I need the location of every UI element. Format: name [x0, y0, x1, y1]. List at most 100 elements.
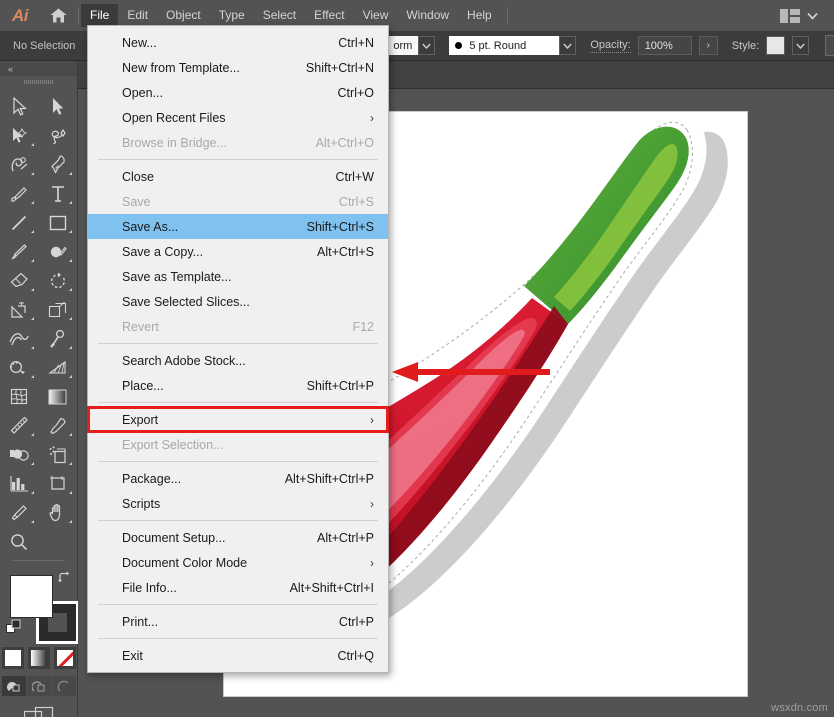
menu-item-shortcut: Ctrl+O [318, 86, 374, 100]
stroke-profile-select[interactable]: orm [387, 36, 418, 55]
menu-item-print[interactable]: Print... Ctrl+P [88, 609, 388, 634]
brush-definition-value: 5 pt. Round [469, 40, 526, 52]
pen-tool[interactable] [39, 150, 78, 179]
rectangle-tool[interactable] [39, 208, 78, 237]
gradient-swatch-button[interactable] [28, 647, 50, 669]
menu-item-exit[interactable]: Exit Ctrl+Q [88, 643, 388, 668]
menu-item-document-setup[interactable]: Document Setup... Alt+Ctrl+P [88, 525, 388, 550]
scale-tool[interactable] [0, 295, 39, 324]
menu-file[interactable]: File [81, 4, 118, 27]
home-icon[interactable] [40, 0, 76, 31]
menu-edit[interactable]: Edit [118, 4, 157, 27]
menu-separator [98, 638, 378, 639]
menu-item-package[interactable]: Package... Alt+Shift+Ctrl+P [88, 466, 388, 491]
puppet-warp-tool[interactable] [39, 324, 78, 353]
opacity-label[interactable]: Opacity: [590, 39, 630, 53]
submenu-arrow-icon: › [350, 413, 374, 427]
workspace-switcher[interactable] [780, 9, 828, 23]
line-segment-tool[interactable] [0, 208, 39, 237]
menu-effect[interactable]: Effect [305, 4, 353, 27]
slice-tool[interactable] [0, 498, 39, 527]
menu-window[interactable]: Window [397, 4, 458, 27]
menu-item-file-info[interactable]: File Info... Alt+Shift+Ctrl+I [88, 575, 388, 600]
style-dropdown-arrow[interactable] [792, 36, 809, 55]
menu-item-close[interactable]: Close Ctrl+W [88, 164, 388, 189]
menu-item-search-adobe-stock[interactable]: Search Adobe Stock... [88, 348, 388, 373]
menu-item-save-as-template[interactable]: Save as Template... [88, 264, 388, 289]
fill-swatch[interactable] [10, 575, 53, 618]
draw-inside-button[interactable] [52, 676, 76, 696]
paintbrush-tool[interactable] [0, 237, 39, 266]
menu-item-open-recent-files[interactable]: Open Recent Files › [88, 105, 388, 130]
menu-item-place[interactable]: Place... Shift+Ctrl+P [88, 373, 388, 398]
menu-item-save: Save Ctrl+S [88, 189, 388, 214]
menu-item-label: Search Adobe Stock... [122, 354, 246, 368]
blob-brush-tool[interactable] [0, 179, 39, 208]
hand-tool[interactable] [39, 498, 78, 527]
illustrator-window: Ai File Edit Object Type Select Effect V… [0, 0, 834, 717]
menu-item-new-from-template[interactable]: New from Template... Shift+Ctrl+N [88, 55, 388, 80]
gradient-tool[interactable] [39, 382, 78, 411]
menu-item-shortcut: Alt+Shift+Ctrl+P [265, 472, 374, 486]
type-tool[interactable] [39, 179, 78, 208]
rotate-tool[interactable] [39, 266, 78, 295]
menu-object[interactable]: Object [157, 4, 210, 27]
blend-tool[interactable] [0, 440, 39, 469]
draw-normal-button[interactable] [2, 676, 26, 696]
file-menu-dropdown[interactable]: New... Ctrl+N New from Template... Shift… [87, 25, 389, 673]
change-screen-mode-button[interactable] [0, 706, 77, 717]
zoom-tool[interactable] [0, 527, 39, 556]
shape-builder-tool[interactable] [0, 353, 39, 382]
default-fill-stroke-icon[interactable] [6, 619, 22, 640]
menu-item-label: Scripts [122, 497, 160, 511]
width-tool[interactable] [0, 324, 39, 353]
free-transform-tool[interactable] [39, 295, 78, 324]
lasso-tool[interactable] [39, 121, 78, 150]
swap-fill-stroke-icon[interactable] [57, 571, 71, 590]
menu-item-new[interactable]: New... Ctrl+N [88, 30, 388, 55]
mesh-tool[interactable] [0, 382, 39, 411]
none-swatch-button[interactable] [54, 647, 76, 669]
opacity-options-button[interactable]: › [699, 36, 718, 55]
menu-item-save-as[interactable]: Save As... Shift+Ctrl+S [88, 214, 388, 239]
symbol-sprayer-tool[interactable] [39, 440, 78, 469]
collapse-panel-button[interactable]: « [0, 61, 77, 76]
document-setup-button[interactable]: Document Setup [825, 35, 834, 56]
perspective-grid-tool[interactable] [39, 353, 78, 382]
tools-panel-grip[interactable] [0, 76, 77, 88]
graphic-style-swatch[interactable] [766, 36, 785, 55]
measure-tool[interactable] [0, 411, 39, 440]
eraser-tool[interactable] [0, 266, 39, 295]
artboard-tool[interactable] [39, 469, 78, 498]
menu-select[interactable]: Select [254, 4, 305, 27]
magic-wand-tool[interactable] [0, 121, 39, 150]
menu-item-document-color-mode[interactable]: Document Color Mode › [88, 550, 388, 575]
menu-separator [98, 402, 378, 403]
menu-item-label: Print... [122, 615, 158, 629]
column-graph-tool[interactable] [0, 469, 39, 498]
menu-type[interactable]: Type [210, 4, 254, 27]
color-swatch-button[interactable] [2, 647, 24, 669]
direct-selection-tool[interactable] [39, 92, 78, 121]
eyedropper-tool[interactable] [39, 411, 78, 440]
menu-item-label: Open... [122, 86, 163, 100]
brush-definition-select[interactable]: 5 pt. Round [449, 36, 559, 55]
menu-view[interactable]: View [354, 4, 398, 27]
menu-item-label: Save Selected Slices... [122, 295, 250, 309]
brush-dropdown-arrow[interactable] [559, 36, 576, 55]
menu-item-scripts[interactable]: Scripts › [88, 491, 388, 516]
menu-item-open[interactable]: Open... Ctrl+O [88, 80, 388, 105]
menu-item-label: New from Template... [122, 61, 240, 75]
selection-tool[interactable] [0, 92, 39, 121]
menu-help[interactable]: Help [458, 4, 501, 27]
opacity-input[interactable]: 100% [638, 36, 692, 55]
shaper-tool[interactable] [39, 237, 78, 266]
menu-item-save-a-copy[interactable]: Save a Copy... Alt+Ctrl+S [88, 239, 388, 264]
menu-item-shortcut: Alt+Ctrl+P [297, 531, 374, 545]
stroke-profile-dropdown-arrow[interactable] [418, 36, 435, 55]
menu-item-label: Package... [122, 472, 181, 486]
curvature-tool[interactable] [0, 150, 39, 179]
menu-item-save-selected-slices[interactable]: Save Selected Slices... [88, 289, 388, 314]
draw-behind-button[interactable] [27, 676, 51, 696]
menu-item-export[interactable]: Export › [88, 407, 388, 432]
